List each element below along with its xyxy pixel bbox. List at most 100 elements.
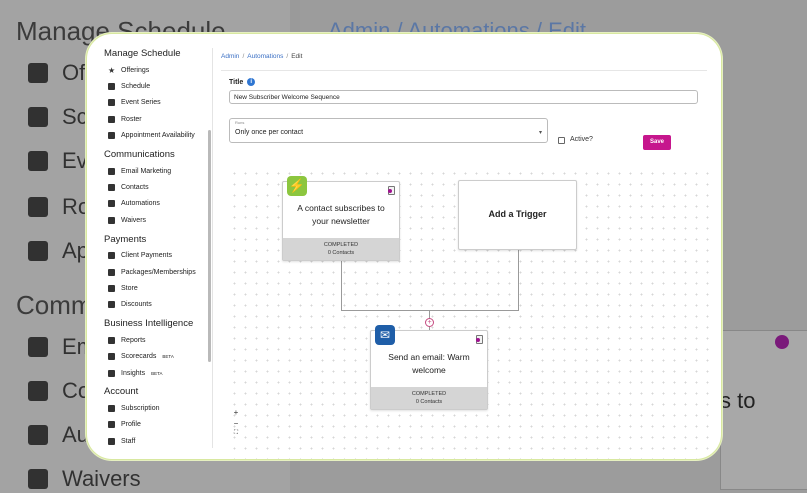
sidebar-item-packages-memberships[interactable]: Packages/Memberships <box>104 264 212 280</box>
breadcrumb-separator: / <box>242 53 245 60</box>
star-icon: ★ <box>108 65 116 75</box>
contact-count: 0 Contacts <box>415 399 443 405</box>
envelope-icon: ✉ <box>375 325 395 345</box>
tag-icon <box>108 301 115 309</box>
status-label: COMPLETED <box>323 242 359 248</box>
contact-count: 0 Contacts <box>327 250 355 256</box>
trigger-node-text: A contact subscribes to <box>297 203 385 213</box>
sidebar-item-event-series[interactable]: Event Series <box>104 95 212 111</box>
dropdown-arrow-icon: ▾ <box>538 130 542 136</box>
sidebar-item-email-marketing[interactable]: Email Marketing <box>104 163 212 179</box>
list-icon <box>28 151 48 171</box>
payments-icon <box>108 252 115 260</box>
sidebar-item-staff[interactable]: Staff <box>104 433 212 448</box>
info-icon[interactable]: i <box>247 78 256 86</box>
sidebar-item-appointment-availability[interactable]: Appointment Availability <box>104 128 212 144</box>
sidebar-group-title: Manage Schedule <box>104 48 181 59</box>
status-label: COMPLETED <box>411 391 447 397</box>
active-label[interactable]: Active? <box>570 136 593 143</box>
profile-icon <box>108 421 115 429</box>
email-node-text: welcome <box>412 365 446 375</box>
package-icon <box>108 268 115 276</box>
staff-icon <box>108 437 115 445</box>
sidebar-item-client-payments[interactable]: Client Payments <box>104 248 212 264</box>
connector-line <box>341 310 519 311</box>
lightning-bolt-icon: ⚡ <box>287 176 307 196</box>
active-checkbox[interactable] <box>558 137 565 144</box>
star-icon <box>28 63 48 83</box>
envelope-icon <box>28 337 48 357</box>
sidebar-group-title: Account <box>104 386 139 398</box>
add-trigger-node[interactable]: Add a Trigger <box>458 180 577 250</box>
main-content: Admin / Automations / Edit Title i New Subscr… <box>221 48 714 459</box>
sidebar-item-scorecards[interactable]: Scorecards BETA <box>104 348 212 364</box>
email-node-status: COMPLETED 0 Contacts <box>371 387 487 409</box>
magic-wand-icon <box>108 200 115 208</box>
note-indicator-dot <box>388 189 392 193</box>
fit-view-button[interactable]: ⛶ <box>232 430 240 437</box>
email-node-text: Send an email: Warm <box>388 352 470 362</box>
sidebar-item-insights[interactable]: Insights BETA <box>104 365 212 381</box>
runs-label: Runs <box>235 120 245 125</box>
sidebar-item-reports[interactable]: Reports <box>104 332 212 348</box>
sidebar-divider <box>212 48 213 448</box>
title-label: Title i <box>229 78 256 86</box>
sidebar-item-discounts[interactable]: Discounts <box>104 297 212 313</box>
sidebar-group-title: Payments <box>104 233 147 245</box>
list-icon <box>108 99 115 107</box>
title-input[interactable]: New Subscriber Welcome Sequence <box>229 90 698 104</box>
background-heading-communications: Comm <box>16 290 93 320</box>
sidebar-item-store[interactable]: Store <box>104 280 212 296</box>
note-indicator-dot <box>476 338 480 342</box>
beta-badge: BETA <box>162 354 174 360</box>
background-item: Ap <box>28 238 89 264</box>
roster-icon <box>28 197 48 217</box>
sidebar-item-automations[interactable]: Automations <box>104 196 212 212</box>
add-step-button[interactable]: + <box>425 318 434 327</box>
breadcrumb: Admin / Automations / Edit <box>221 53 302 60</box>
document-icon <box>28 469 48 489</box>
workflow-canvas[interactable]: + ⚡ A contact subscribes to your newslet… <box>229 168 714 459</box>
zoom-out-button[interactable]: − <box>232 419 240 428</box>
trigger-node[interactable]: ⚡ A contact subscribes to your newslette… <box>282 176 400 261</box>
background-item: Em <box>28 334 95 360</box>
contacts-icon <box>108 184 115 192</box>
connector-line <box>341 261 342 311</box>
sidebar-item-roster[interactable]: Roster <box>104 111 212 127</box>
breadcrumb-admin-link[interactable]: Admin <box>221 53 239 60</box>
breadcrumb-current: Edit <box>291 53 303 60</box>
sidebar-group-title: Business Intelligence <box>104 318 194 330</box>
runs-select[interactable]: Runs Only once per contact ▾ <box>229 118 548 143</box>
sidebar-item-offerings[interactable]: ★ Offerings <box>104 62 212 78</box>
sidebar-item-waivers[interactable]: Waivers <box>104 212 212 228</box>
people-icon <box>28 241 48 261</box>
trigger-node-text: your newsletter <box>312 216 370 226</box>
note-icon[interactable] <box>388 186 395 195</box>
zoom-in-button[interactable]: + <box>232 408 240 417</box>
store-icon <box>108 284 115 292</box>
sidebar-scrollbar[interactable] <box>208 130 211 362</box>
roster-icon <box>108 115 115 123</box>
sidebar-group-title: Communications <box>104 148 175 160</box>
note-icon[interactable] <box>476 335 483 344</box>
background-item: Ro <box>28 194 90 220</box>
background-item: Co <box>28 378 90 404</box>
background-item: Au <box>28 422 89 448</box>
people-icon <box>108 132 115 140</box>
screenshot-modal: Manage Schedule ★ Offerings Schedule Even… <box>86 33 722 460</box>
email-node[interactable]: ✉ Send an email: Warm welcome COMPLETED … <box>370 325 488 410</box>
runs-value: Only once per contact <box>235 129 304 136</box>
background-item: Waivers <box>28 466 141 492</box>
beta-badge: BETA <box>151 370 163 376</box>
scorecards-icon <box>108 353 115 361</box>
sidebar-item-profile[interactable]: Profile <box>104 417 212 433</box>
background-note-dot <box>775 335 789 349</box>
breadcrumb-automations-link[interactable]: Automations <box>247 53 283 60</box>
subscription-icon <box>108 404 115 412</box>
sidebar-item-subscription[interactable]: Subscription <box>104 400 212 416</box>
sidebar-item-contacts[interactable]: Contacts <box>104 179 212 195</box>
sidebar-item-schedule[interactable]: Schedule <box>104 78 212 94</box>
save-button[interactable]: Save <box>643 135 671 150</box>
reports-icon <box>108 336 115 344</box>
contacts-icon <box>28 381 48 401</box>
